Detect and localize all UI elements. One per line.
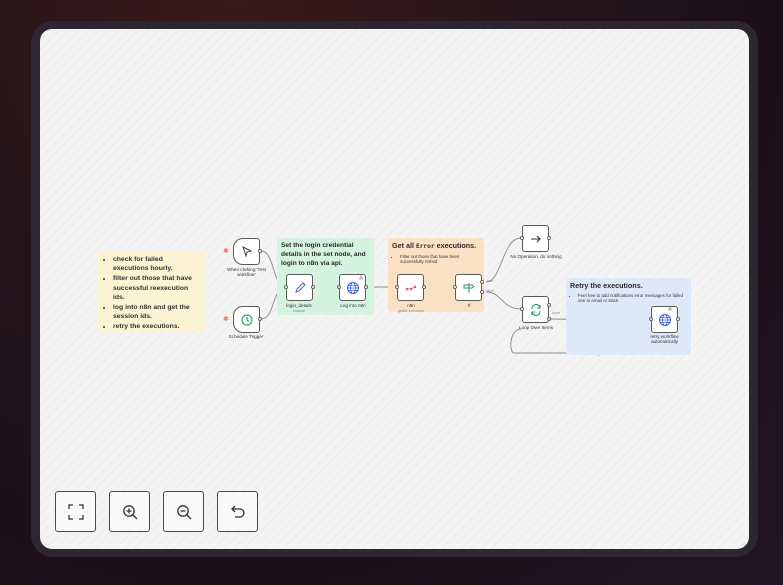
branch-label-true: true: [486, 279, 494, 283]
input-port[interactable]: [520, 307, 524, 311]
node-loop-over-items[interactable]: [522, 296, 549, 323]
trigger-bolt-icon: ✱: [223, 316, 229, 323]
connection-line: [485, 237, 522, 283]
output-port[interactable]: [422, 285, 426, 289]
node-subtitle: manual: [293, 309, 305, 313]
workflow-canvas[interactable]: check for failed executions hourly. filt…: [40, 29, 749, 549]
node-label: login_details: [286, 303, 312, 308]
sticky-item: log into n8n and get the session ids.: [113, 303, 200, 321]
output-port-done[interactable]: [547, 303, 551, 307]
fit-view-button[interactable]: [55, 491, 96, 532]
clock-icon: [241, 314, 253, 326]
sticky-item: filter out those that have successful re…: [113, 274, 200, 302]
input-port[interactable]: [520, 236, 524, 240]
cursor-icon: [242, 246, 253, 258]
n8n-icon: [405, 285, 417, 291]
fit-view-icon: [68, 504, 84, 520]
input-port[interactable]: [453, 285, 457, 289]
node-label: Schedule Trigger: [228, 334, 264, 339]
sticky-title: Retry the executions.: [570, 281, 643, 290]
node-label: Loop Over Items: [519, 325, 553, 330]
sticky-title: Set the login credential details in the …: [281, 242, 366, 267]
node-label: No Operation, do nothing: [510, 254, 562, 259]
reset-zoom-button[interactable]: [217, 491, 258, 532]
loop-icon: [531, 303, 541, 317]
input-port[interactable]: [649, 317, 653, 321]
node-label: When clicking 'Test workflow': [227, 267, 266, 278]
branch-label-false: false: [486, 289, 494, 293]
globe-icon: [659, 314, 671, 326]
zoom-in-button[interactable]: [109, 491, 150, 532]
arrow-right-icon: [531, 235, 541, 243]
sticky-item: check for failed executions hourly.: [113, 255, 200, 273]
output-port[interactable]: [676, 317, 680, 321]
output-port[interactable]: [258, 317, 262, 321]
sticky-item: Filter out those that have been successf…: [400, 254, 480, 265]
pin-icon: ⁂: [668, 306, 672, 311]
node-label: n8n: [407, 303, 415, 308]
node-label: If: [467, 303, 471, 308]
node-manual-trigger[interactable]: [233, 238, 260, 265]
sticky-note-overview[interactable]: check for failed executions hourly. filt…: [98, 251, 206, 331]
node-label: retry workflow automatically: [650, 334, 679, 345]
node-subtitle: getAll: execution: [397, 309, 425, 313]
zoom-out-button[interactable]: [163, 491, 204, 532]
output-port-loop[interactable]: [547, 317, 551, 321]
sticky-title: Get all Error executions.: [392, 241, 477, 250]
branch-label-done: done: [552, 311, 560, 315]
zoom-out-icon: [177, 505, 192, 520]
globe-icon: [347, 282, 359, 294]
signpost-icon: [463, 283, 475, 293]
node-n8n[interactable]: [397, 274, 424, 301]
input-port[interactable]: [337, 285, 341, 289]
undo-icon: [231, 505, 245, 518]
node-retry-workflow[interactable]: [651, 306, 678, 333]
output-port[interactable]: [547, 236, 551, 240]
node-no-operation[interactable]: [522, 225, 549, 252]
pencil-icon: [295, 282, 306, 293]
sticky-item: retry the executions.: [113, 322, 200, 331]
sticky-item: Feel free to add notifications error mes…: [578, 293, 683, 304]
input-port[interactable]: [284, 285, 288, 289]
node-if[interactable]: [455, 274, 482, 301]
output-port[interactable]: [311, 285, 315, 289]
trigger-bolt-icon: ✱: [223, 248, 229, 255]
pin-icon: ⁂: [359, 275, 363, 280]
input-port[interactable]: [395, 285, 399, 289]
node-login-details[interactable]: [286, 274, 313, 301]
output-port[interactable]: [364, 285, 368, 289]
node-schedule-trigger[interactable]: [233, 306, 260, 333]
node-label: Log into n8n: [340, 303, 366, 308]
zoom-in-icon: [123, 505, 138, 520]
output-port[interactable]: [258, 249, 262, 253]
